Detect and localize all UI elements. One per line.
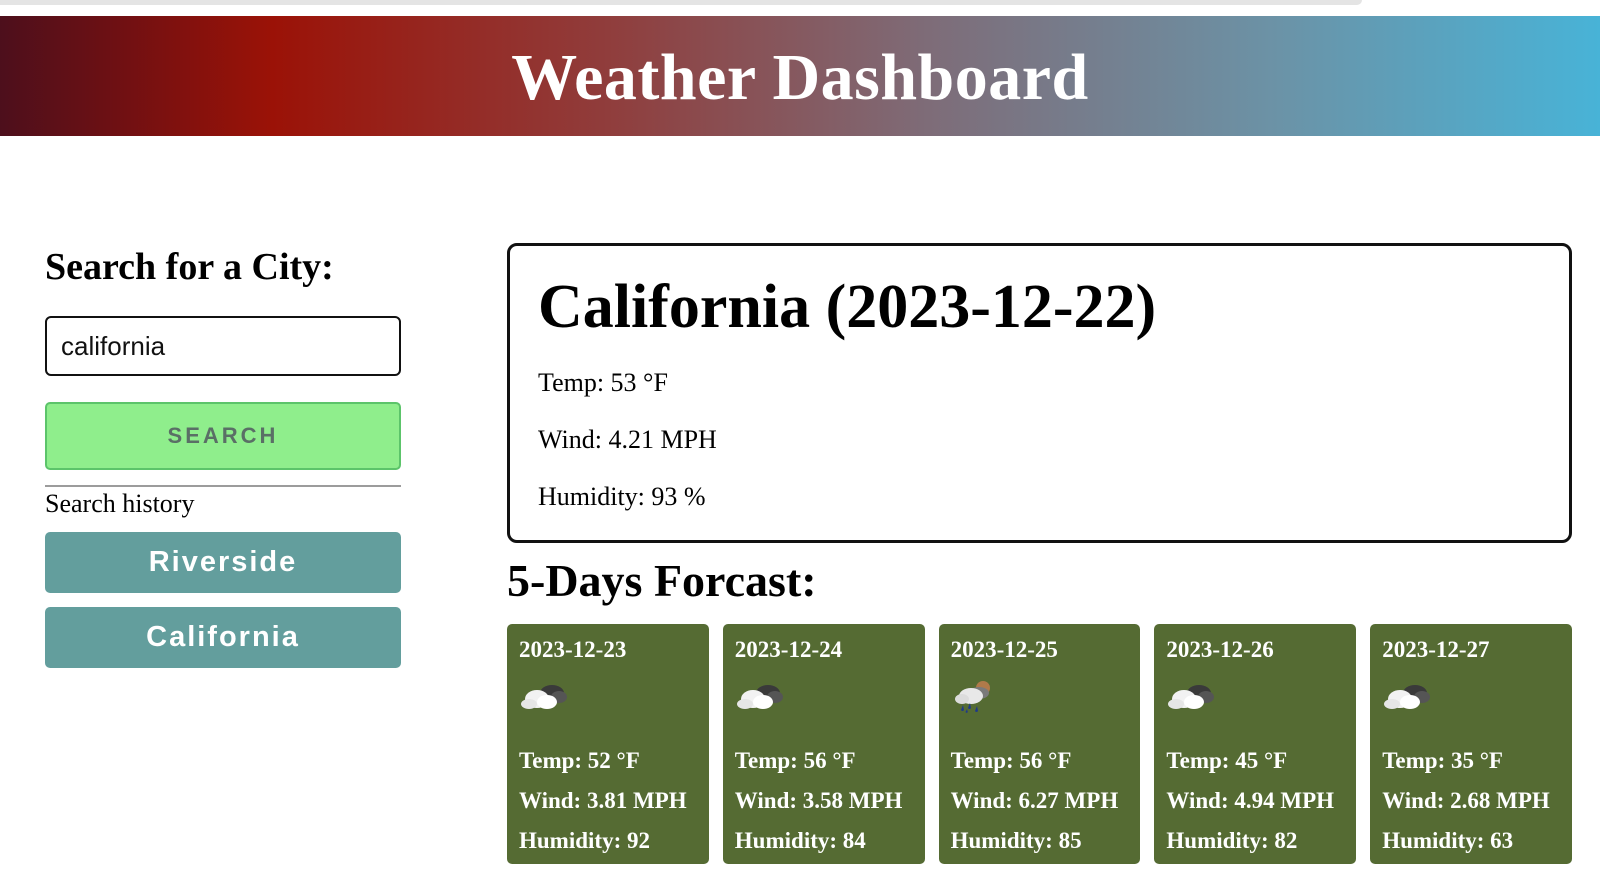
forecast-temp: Temp: 45 °F <box>1166 748 1288 773</box>
forecast-wind: Wind: 3.81 MPH <box>519 788 687 813</box>
city-search-input[interactable]: california <box>45 316 401 376</box>
forecast-date: 2023-12-25 <box>950 637 1058 662</box>
forecast-title: 5-Days Forcast: <box>507 555 817 606</box>
browser-top-strip <box>0 0 1600 16</box>
cloud-overcast-icon <box>1166 679 1344 733</box>
search-heading: Search for a City: <box>45 246 334 288</box>
current-city-title: California (2023-12-22) <box>538 273 1157 341</box>
browser-scroll-bar <box>0 0 1362 5</box>
forecast-temp: Temp: 56 °F <box>950 748 1072 773</box>
forecast-date: 2023-12-23 <box>519 637 627 662</box>
forecast-card: 2023-12-27 Temp: 35 °F Wind: 2.68 MPH Hu… <box>1370 624 1572 864</box>
page-title: Weather Dashboard <box>511 41 1089 114</box>
forecast-humidity: Humidity: 92 <box>519 828 650 853</box>
current-weather-card: California (2023-12-22) Temp: 53 °F Wind… <box>507 243 1572 543</box>
history-button-riverside[interactable]: Riverside <box>45 532 401 593</box>
forecast-wind: Wind: 3.58 MPH <box>734 788 903 813</box>
current-temp: Temp: 53 °F <box>538 368 668 397</box>
page-header: Weather Dashboard <box>0 16 1600 136</box>
forecast-card: 2023-12-26 Temp: 45 °F Wind: 4.94 MPH Hu… <box>1154 624 1357 864</box>
search-history-list: Riverside California <box>45 532 401 682</box>
history-button-california[interactable]: California <box>45 607 401 668</box>
search-history-label: Search history <box>45 489 195 518</box>
forecast-wind: Wind: 4.94 MPH <box>1166 788 1335 813</box>
forecast-date: 2023-12-27 <box>1382 637 1490 662</box>
forecast-temp: Temp: 35 °F <box>1382 748 1503 773</box>
current-humidity: Humidity: 93 % <box>538 482 706 511</box>
forecast-temp: Temp: 56 °F <box>734 748 856 773</box>
forecast-card: 2023-12-23 Temp: 52 °F Wind: 3.81 MPH Hu… <box>507 624 709 864</box>
divider <box>45 485 401 487</box>
forecast-date: 2023-12-26 <box>1166 637 1274 662</box>
rain-icon <box>951 679 1129 733</box>
search-sidebar: Search for a City: california SEARCH Sea… <box>45 238 401 668</box>
forecast-card: 2023-12-24 Temp: 56 °F Wind: 3.58 MPH Hu… <box>722 624 925 864</box>
forecast-date: 2023-12-24 <box>734 637 843 662</box>
current-wind: Wind: 4.21 MPH <box>538 425 717 454</box>
forecast-humidity: Humidity: 63 <box>1382 828 1514 853</box>
forecast-row: 2023-12-23 Temp: 52 °F Wind: 3.81 MPH Hu… <box>507 624 1572 864</box>
cloud-overcast-icon <box>1382 679 1560 733</box>
forecast-card: 2023-12-25 Temp: 56 °F Wind: 6.27 MPH Hu… <box>938 624 1141 864</box>
cloud-overcast-icon <box>519 679 697 733</box>
forecast-temp: Temp: 52 °F <box>519 748 640 773</box>
cloud-overcast-icon <box>735 679 913 733</box>
forecast-wind: Wind: 2.68 MPH <box>1382 788 1550 813</box>
search-button[interactable]: SEARCH <box>45 402 401 470</box>
forecast-humidity: Humidity: 84 <box>734 828 866 853</box>
forecast-humidity: Humidity: 82 <box>1166 828 1298 853</box>
forecast-wind: Wind: 6.27 MPH <box>950 788 1119 813</box>
forecast-humidity: Humidity: 85 <box>950 828 1082 853</box>
